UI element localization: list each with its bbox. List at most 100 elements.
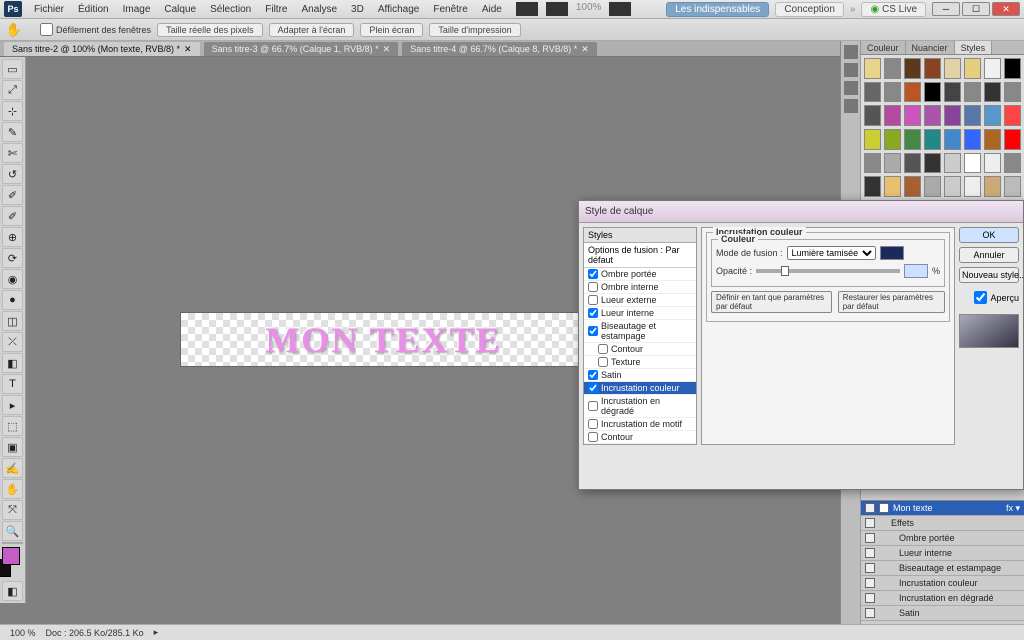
visibility-icon[interactable] <box>865 563 875 573</box>
path-select-tool[interactable]: ▸ <box>2 395 23 415</box>
blend-options-row[interactable]: Options de fusion : Par défaut <box>584 243 696 268</box>
style-swatch[interactable] <box>924 129 941 150</box>
fit-screen-button[interactable]: Adapter à l'écran <box>269 23 355 37</box>
effect-checkbox[interactable] <box>588 432 598 442</box>
style-swatch[interactable] <box>984 176 1001 197</box>
collapsed-panel-icon[interactable] <box>844 63 858 77</box>
dodge-tool[interactable]: ⤫ <box>2 332 23 352</box>
workspace-indispensables[interactable]: Les indispensables <box>666 2 769 17</box>
style-swatch[interactable] <box>924 153 941 174</box>
style-item-ombre-interne[interactable]: Ombre interne <box>584 281 696 294</box>
style-swatch[interactable] <box>924 82 941 103</box>
zoom-display[interactable]: 100 % <box>10 628 36 638</box>
tab-nuancier[interactable]: Nuancier <box>906 41 955 54</box>
hand-tool-icon[interactable]: ✋ <box>6 23 22 37</box>
style-swatch[interactable] <box>944 58 961 79</box>
menu-edition[interactable]: Édition <box>72 3 115 16</box>
minimize-button[interactable]: ─ <box>932 2 960 16</box>
menu-affichage[interactable]: Affichage <box>372 3 426 16</box>
style-item-lueur-interne[interactable]: Lueur interne <box>584 307 696 320</box>
style-swatch[interactable] <box>1004 153 1021 174</box>
style-swatch[interactable] <box>864 153 881 174</box>
style-swatch[interactable] <box>964 153 981 174</box>
collapsed-panel-icon[interactable] <box>844 99 858 113</box>
style-item-incrustation-de-motif[interactable]: Incrustation de motif <box>584 418 696 431</box>
collapsed-panel-icon[interactable] <box>844 81 858 95</box>
menu-filtre[interactable]: Filtre <box>259 3 293 16</box>
zoom-level[interactable]: 100% <box>576 2 602 16</box>
style-swatch[interactable] <box>1004 82 1021 103</box>
style-swatch[interactable] <box>1004 105 1021 126</box>
effect-checkbox[interactable] <box>598 357 608 367</box>
style-swatch[interactable] <box>924 58 941 79</box>
screen-mode-icon[interactable] <box>609 2 631 16</box>
style-swatch[interactable] <box>1004 58 1021 79</box>
eraser-tool[interactable]: ◉ <box>2 269 23 289</box>
make-default-button[interactable]: Définir en tant que paramètres par défau… <box>711 291 832 313</box>
style-swatch[interactable] <box>984 58 1001 79</box>
pen-tool[interactable]: ◧ <box>2 353 23 373</box>
style-swatch[interactable] <box>984 153 1001 174</box>
style-swatch[interactable] <box>904 129 921 150</box>
preview-checkbox[interactable] <box>974 291 987 304</box>
effect-checkbox[interactable] <box>588 383 598 393</box>
workspace-overflow-icon[interactable]: » <box>850 4 856 15</box>
doc-tab-3[interactable]: Sans titre-4 @ 66.7% (Calque 8, RVB/8) *… <box>402 42 597 56</box>
menu-fenetre[interactable]: Fenêtre <box>427 3 473 16</box>
move-tool[interactable]: ▭ <box>2 59 23 79</box>
dialog-titlebar[interactable]: Style de calque <box>579 201 1023 223</box>
overlay-color-swatch[interactable] <box>880 246 904 260</box>
close-window-button[interactable]: ✕ <box>992 2 1020 16</box>
style-item-biseautage-et-estampage[interactable]: Biseautage et estampage <box>584 320 696 343</box>
style-swatch[interactable] <box>884 153 901 174</box>
opacity-slider[interactable] <box>756 269 900 273</box>
hand-tool[interactable]: ✋ <box>2 479 23 499</box>
style-swatch[interactable] <box>864 82 881 103</box>
style-item-ombre-port-e[interactable]: Ombre portée <box>584 268 696 281</box>
style-swatch[interactable] <box>884 129 901 150</box>
cancel-button[interactable]: Annuler <box>959 247 1019 263</box>
style-swatch[interactable] <box>944 153 961 174</box>
menu-analyse[interactable]: Analyse <box>295 3 343 16</box>
style-swatch[interactable] <box>904 82 921 103</box>
style-swatch[interactable] <box>984 105 1001 126</box>
effect-checkbox[interactable] <box>588 269 598 279</box>
styles-header[interactable]: Styles <box>584 228 696 243</box>
scroll-all-windows-checkbox[interactable]: Défilement des fenêtres <box>40 23 151 36</box>
style-swatch[interactable] <box>864 129 881 150</box>
style-swatch[interactable] <box>884 82 901 103</box>
style-swatch[interactable] <box>864 105 881 126</box>
heal-tool[interactable]: ✐ <box>2 185 23 205</box>
full-screen-button[interactable]: Plein écran <box>360 23 423 37</box>
ok-button[interactable]: OK <box>959 227 1019 243</box>
crop-tool[interactable]: ✄ <box>2 143 23 163</box>
menu-3d[interactable]: 3D <box>345 3 370 16</box>
style-swatch[interactable] <box>1004 176 1021 197</box>
style-item-lueur-externe[interactable]: Lueur externe <box>584 294 696 307</box>
print-size-button[interactable]: Taille d'impression <box>429 23 520 37</box>
style-swatch[interactable] <box>964 129 981 150</box>
menu-image[interactable]: Image <box>117 3 157 16</box>
style-swatch[interactable] <box>944 129 961 150</box>
fx-heading-row[interactable]: Effets <box>861 516 1024 531</box>
fx-row[interactable]: Incrustation couleur <box>861 576 1024 591</box>
style-item-incrustation-couleur[interactable]: Incrustation couleur <box>584 382 696 395</box>
style-swatch[interactable] <box>904 105 921 126</box>
close-icon[interactable]: ✕ <box>581 42 589 56</box>
gradient-tool[interactable]: ● <box>2 290 23 310</box>
color-swatches[interactable] <box>2 547 23 580</box>
doc-tab-2[interactable]: Sans titre-3 @ 66.7% (Calque 1, RVB/8) *… <box>204 42 399 56</box>
style-swatch[interactable] <box>904 58 921 79</box>
style-item-incrustation-en-d-grad-[interactable]: Incrustation en dégradé <box>584 395 696 418</box>
menu-aide[interactable]: Aide <box>476 3 508 16</box>
effect-checkbox[interactable] <box>598 344 608 354</box>
history-brush-tool[interactable]: ⟳ <box>2 248 23 268</box>
effect-checkbox[interactable] <box>588 308 598 318</box>
menu-calque[interactable]: Calque <box>158 3 202 16</box>
menu-fichier[interactable]: Fichier <box>28 3 70 16</box>
tab-couleur[interactable]: Couleur <box>861 41 906 54</box>
brush-tool[interactable]: ✐ <box>2 206 23 226</box>
style-item-contour[interactable]: Contour <box>584 431 696 444</box>
effect-checkbox[interactable] <box>588 282 598 292</box>
close-icon[interactable]: ✕ <box>383 42 391 56</box>
